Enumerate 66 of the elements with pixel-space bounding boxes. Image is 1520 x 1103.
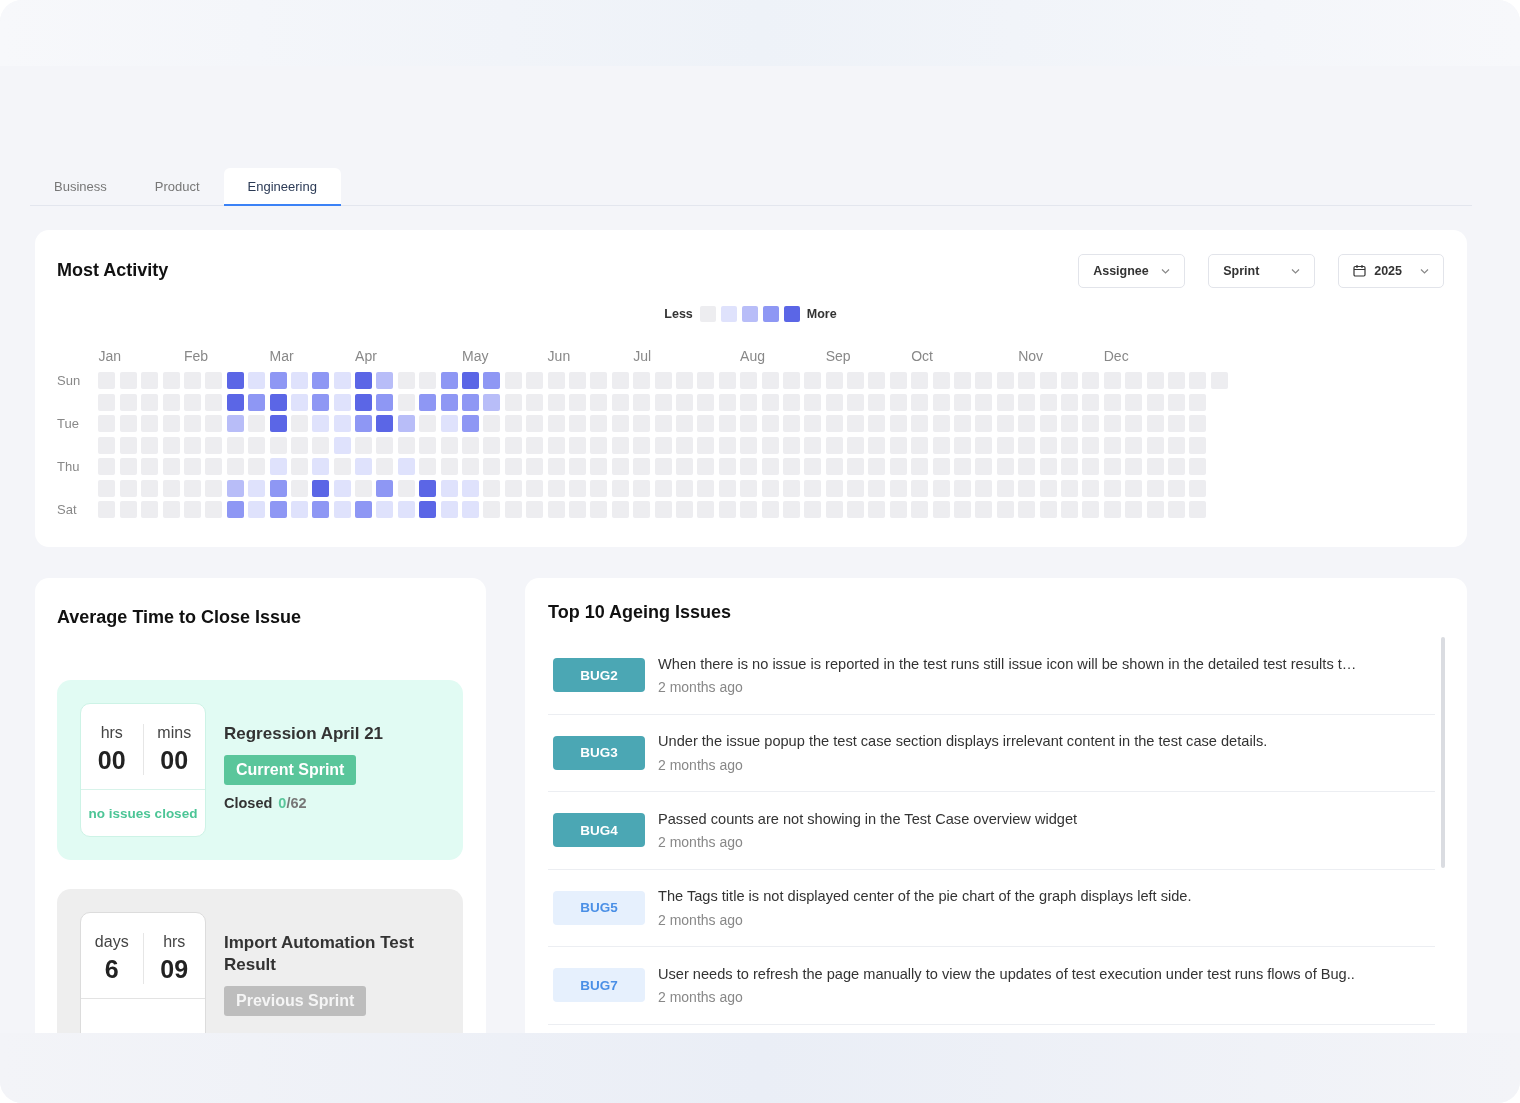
month-label: Jan: [98, 347, 122, 364]
month-label: Apr: [355, 347, 378, 364]
closed-label: Closed: [224, 795, 273, 812]
chevron-icon: [1161, 267, 1171, 274]
issue-id-badge[interactable]: BUG4: [553, 813, 645, 848]
issue-age: 2 months ago: [658, 834, 744, 850]
legend-swatch: [783, 305, 800, 322]
tab[interactable]: Business: [30, 168, 131, 206]
closed-count: 0/62: [278, 795, 307, 812]
month-label: Sep: [825, 347, 852, 364]
unit-value: 00: [97, 746, 126, 775]
month-label: Nov: [1018, 347, 1045, 364]
legend-label: More: [806, 306, 837, 321]
month-label: Mar: [269, 347, 295, 364]
issue-age: 2 months ago: [658, 756, 744, 773]
sprint-tag: Current Sprint: [224, 755, 357, 786]
issue-id-badge[interactable]: BUG5: [553, 890, 645, 925]
card-title: Average Time to Close Issue: [57, 607, 303, 628]
issue-title: When there is no issue is reported in the test runs still issue icon will be shown in the detailed test results t…: [658, 655, 1357, 673]
sprint-name: Regression April 21: [224, 723, 384, 745]
month-label: May: [462, 347, 490, 364]
month-label: Dec: [1103, 347, 1130, 364]
issue-title: Passed counts are not showing in the Test Case overview widget: [658, 810, 1078, 828]
unit-label: hrs: [100, 724, 123, 742]
filter-dropdown[interactable]: Sprint: [1208, 253, 1316, 288]
issue-title: Under the issue popup the test case section displays irrelevant content in the test case details.: [658, 733, 1268, 751]
weekday-label: Sat: [57, 502, 78, 517]
sprint-tag: Previous Sprint: [224, 986, 367, 1017]
weekday-label: Thu: [57, 459, 81, 474]
unit-value: 6: [104, 955, 119, 984]
issue-age: 2 months ago: [658, 989, 744, 1005]
month-label: Jul: [633, 347, 653, 364]
card-title: Top 10 Ageing Issues: [548, 602, 733, 623]
filter-dropdown[interactable]: 2025: [1338, 253, 1444, 288]
tab[interactable]: Engineering: [223, 168, 341, 206]
issue-id-badge[interactable]: BUG2: [553, 658, 645, 693]
chevron-icon: [1291, 267, 1301, 274]
scrollbar-thumb[interactable]: [1441, 637, 1445, 868]
tab[interactable]: Product: [130, 168, 224, 206]
unit-value: 00: [160, 746, 189, 775]
unit-label: days: [94, 933, 129, 951]
issue-id-badge[interactable]: BUG3: [553, 735, 645, 770]
month-label: Aug: [740, 347, 767, 364]
card-title: Most Activity: [57, 260, 169, 281]
legend-swatch: [741, 305, 758, 322]
issue-title: User needs to refresh the page manually to view the updates of test execution under test runs flows of Bug..: [658, 965, 1355, 983]
chevron-icon: [1420, 267, 1429, 274]
unit-label: mins: [157, 724, 192, 742]
unit-label: hrs: [163, 933, 186, 951]
month-label: Jun: [547, 347, 572, 364]
issue-age: 2 months ago: [658, 911, 744, 928]
month-label: Feb: [183, 347, 210, 364]
issue-age: 2 months ago: [658, 679, 744, 695]
legend-label: Less: [664, 306, 693, 321]
unit-value: 09: [160, 955, 189, 984]
issue-title: The Tags title is not displayed center of the pie chart of the graph displays left side.: [658, 888, 1192, 906]
issue-id-badge[interactable]: BUG7: [553, 968, 645, 1003]
legend-swatch: [762, 305, 779, 322]
legend-swatch: [720, 305, 737, 322]
calendar-icon: [1353, 264, 1367, 277]
month-label: Oct: [911, 347, 934, 364]
weekday-label: Sun: [57, 373, 82, 388]
filter-dropdown[interactable]: Assignee: [1078, 253, 1186, 288]
sprint-name: Import Automation Test Result: [224, 932, 415, 977]
status-text: no issues closed: [88, 805, 198, 821]
weekday-label: Tue: [57, 416, 80, 431]
